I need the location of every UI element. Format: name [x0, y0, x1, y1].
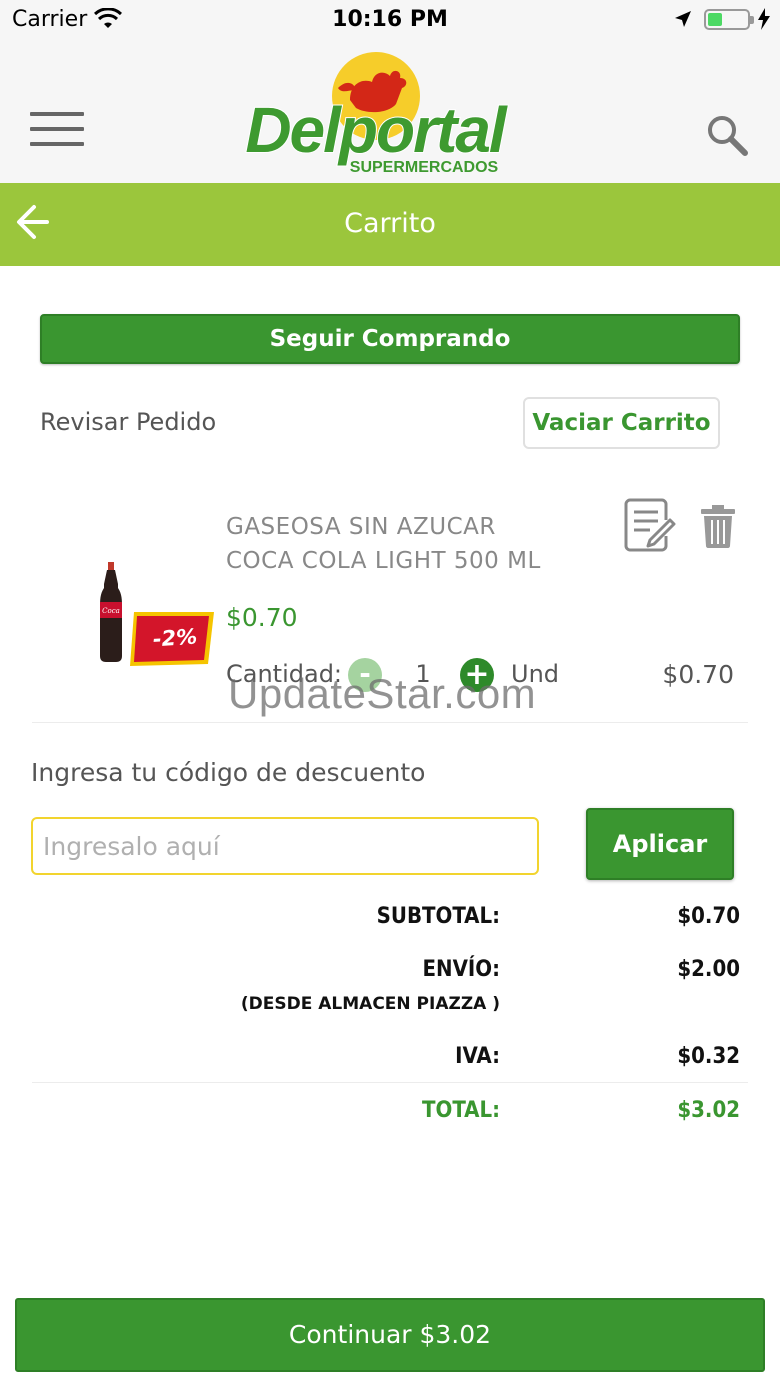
continue-shopping-button[interactable]: Seguir Comprando	[40, 314, 740, 364]
total-label: TOTAL:	[422, 1098, 500, 1123]
empty-cart-button[interactable]: Vaciar Carrito	[523, 397, 720, 449]
product-name-line2: COCA COLA LIGHT 500 ML	[226, 548, 541, 574]
svg-text:Delportal: Delportal	[245, 94, 508, 166]
continue-checkout-button[interactable]: Continuar $3.02	[15, 1298, 765, 1372]
product-name-line1: GASEOSA SIN AZUCAR	[226, 514, 496, 540]
subtotal-value: $0.70	[677, 904, 740, 929]
battery-icon	[704, 9, 754, 30]
tax-label: IVA:	[455, 1044, 500, 1069]
location-arrow-icon	[675, 11, 691, 27]
app-header: Delportal SUPERMERCADOS	[0, 40, 780, 183]
product-name[interactable]: GASEOSA SIN AZUCAR COCA COLA LIGHT 500 M…	[226, 510, 606, 578]
shipping-label: ENVÍO:	[422, 957, 500, 982]
svg-text:Coca: Coca	[102, 607, 120, 615]
divider	[32, 1082, 748, 1083]
shipping-origin-note: (DESDE ALMACEN PIAZZA )	[240, 994, 500, 1014]
delportal-logo: Delportal SUPERMERCADOS	[244, 52, 511, 176]
clock: 10:16 PM	[332, 7, 448, 32]
svg-text:SUPERMERCADOS: SUPERMERCADOS	[350, 159, 499, 176]
charging-bolt-icon	[758, 8, 770, 30]
subtotal-label: SUBTOTAL:	[376, 904, 500, 929]
watermark: UpdateStar.com	[228, 670, 537, 717]
total-value: $3.02	[677, 1098, 740, 1123]
title-bar: Carrito	[0, 183, 780, 266]
product-unit-price: $0.70	[226, 603, 298, 632]
trash-icon[interactable]	[700, 504, 736, 548]
discount-code-label: Ingresa tu código de descuento	[31, 758, 426, 787]
hamburger-menu-icon[interactable]	[30, 112, 84, 146]
divider	[32, 722, 748, 723]
page-title: Carrito	[344, 208, 436, 239]
line-total: $0.70	[662, 660, 734, 689]
search-icon[interactable]	[706, 114, 748, 156]
edit-note-icon[interactable]	[624, 496, 676, 554]
discount-code-input[interactable]	[31, 817, 539, 875]
status-bar: Carrier 10:16 PM	[0, 0, 780, 40]
apply-discount-button[interactable]: Aplicar	[586, 808, 734, 880]
product-image[interactable]: Coca	[96, 560, 220, 672]
review-order-label: Revisar Pedido	[40, 408, 217, 436]
tax-value: $0.32	[677, 1044, 740, 1069]
discount-badge: -2%	[152, 624, 198, 652]
shipping-value: $2.00	[677, 957, 740, 982]
